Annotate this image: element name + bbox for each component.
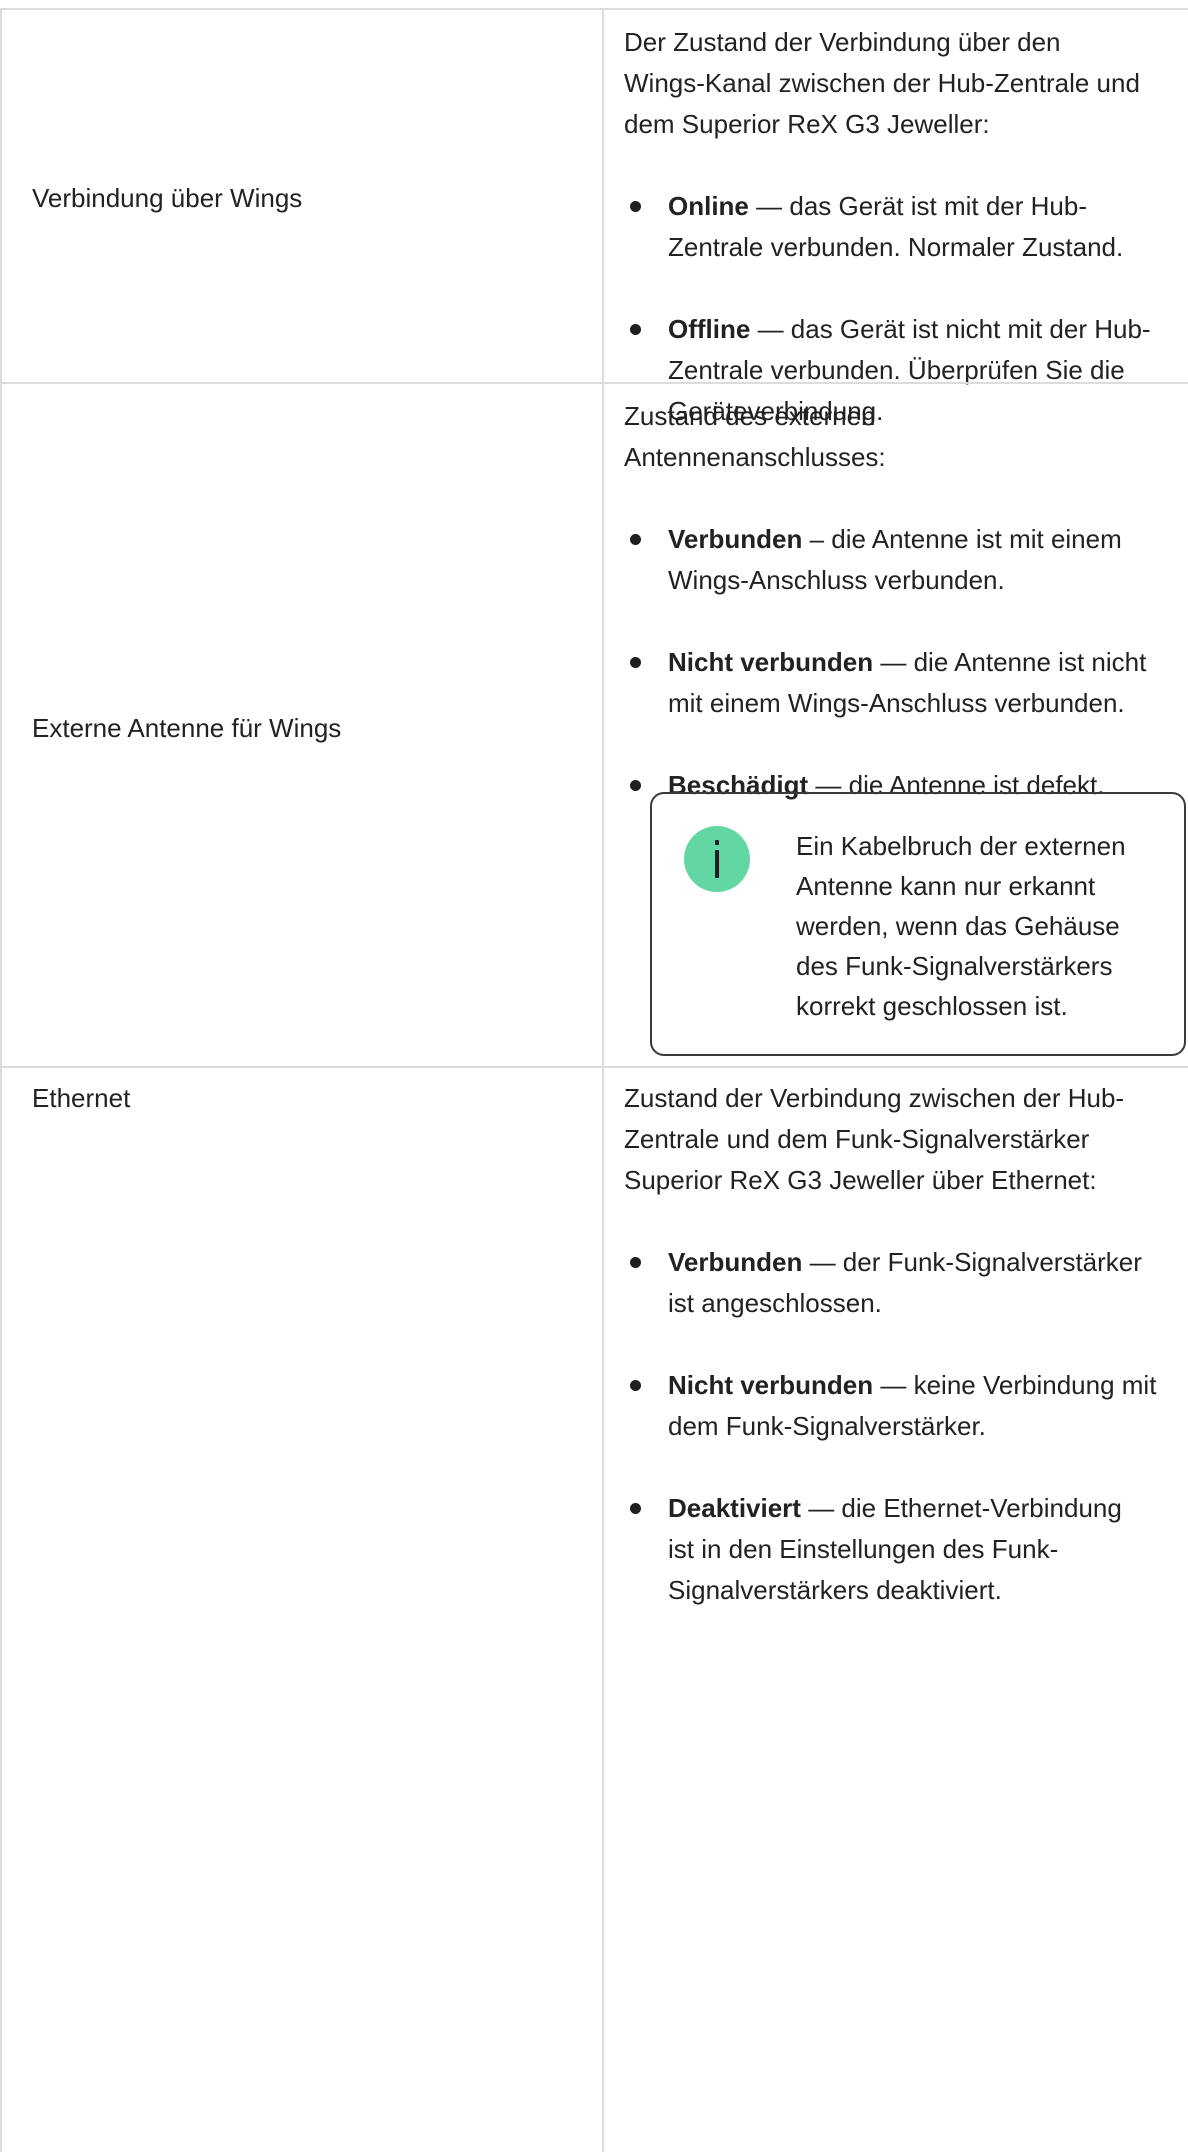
status-list: Verbunden – die Antenne ist mit einem Wi…: [624, 519, 1164, 806]
list-item: Deaktiviert — die Ethernet-Verbindung is…: [624, 1488, 1164, 1611]
info-icon: [684, 826, 750, 892]
info-note: Ein Kabelbruch der externen Antenne kann…: [650, 792, 1186, 1056]
table-border-middle: [602, 10, 604, 2152]
row-description: Der Zustand der Verbindung über den Wing…: [624, 22, 1164, 432]
list-item: Nicht verbunden — keine Verbindung mit d…: [624, 1365, 1164, 1447]
bullet-icon: [630, 1257, 641, 1268]
list-item: Nicht verbunden — die Antenne ist nicht …: [624, 642, 1164, 724]
list-item: Online — das Gerät ist mit der Hub- Zent…: [624, 186, 1164, 268]
list-item: Verbunden — der Funk-Signalverstärker is…: [624, 1242, 1164, 1324]
bullet-icon: [630, 780, 641, 791]
description-intro: Zustand des externen Antennenanschlusses…: [624, 401, 886, 472]
table-row-ethernet: Ethernet Zustand der Verbindung zwischen…: [0, 1066, 1188, 2154]
bullet-icon: [630, 534, 641, 545]
row-label: Verbindung über Wings: [32, 183, 303, 213]
info-note-text: Ein Kabelbruch der externen Antenne kann…: [796, 831, 1126, 1021]
bullet-icon: [630, 324, 641, 335]
row-description: Zustand der Verbindung zwischen der Hub-…: [624, 1078, 1164, 1611]
bullet-icon: [630, 201, 641, 212]
description-intro: Zustand der Verbindung zwischen der Hub-…: [624, 1083, 1125, 1195]
row-label: Externe Antenne für Wings: [32, 713, 342, 743]
list-item: Verbunden – die Antenne ist mit einem Wi…: [624, 519, 1164, 601]
row-description: Zustand des externen Antennenanschlusses…: [624, 396, 1164, 806]
bullet-icon: [630, 1380, 641, 1391]
bullet-icon: [630, 657, 641, 668]
table-border-left: [0, 10, 2, 2152]
description-intro: Der Zustand der Verbindung über den Wing…: [624, 27, 1140, 139]
status-list: Verbunden — der Funk-Signalverstärker is…: [624, 1242, 1164, 1611]
bullet-icon: [630, 1503, 641, 1514]
table-row-external-antenna: Externe Antenne für Wings Zustand des ex…: [0, 382, 1188, 1068]
table-row-wings-connection: Verbindung über Wings Der Zustand der Ve…: [0, 8, 1188, 426]
row-label: Ethernet: [32, 1083, 131, 1113]
